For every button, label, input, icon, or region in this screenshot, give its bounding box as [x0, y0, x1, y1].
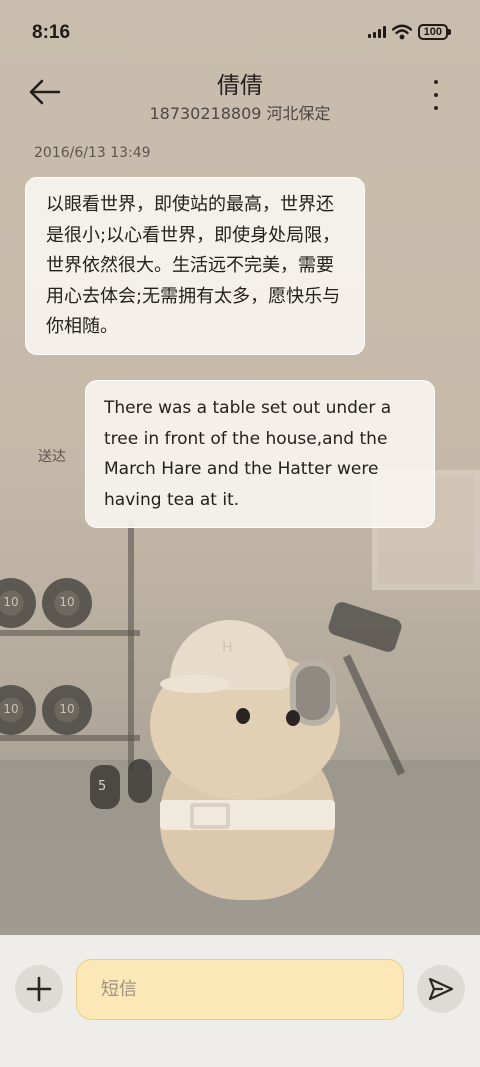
signal-icon	[367, 26, 386, 38]
status-time: 8:16	[32, 22, 71, 43]
weight-plate: 10	[42, 685, 92, 735]
delivery-status: 送达	[38, 449, 66, 465]
weight-plate: 10	[0, 578, 36, 628]
more-options-button[interactable]	[428, 80, 444, 110]
contact-detail: 18730218809 河北保定	[149, 104, 331, 123]
status-bar: 8:16 100	[0, 0, 480, 66]
dumbbell: 5	[90, 759, 160, 809]
conversation-header: 倩倩 18730218809 河北保定	[0, 62, 480, 126]
outgoing-message-bubble[interactable]: There was a table set out under a tree i…	[85, 380, 435, 528]
weight-plate: 10	[42, 578, 92, 628]
weight-plate: 10	[0, 685, 36, 735]
wallpaper-hamster: H 5	[90, 620, 350, 910]
wifi-icon	[391, 24, 412, 40]
message-text: 以眼看世界，即使站的最高，世界还是很小;以心看世界，即使身处局限，世界依然很大。…	[46, 194, 341, 337]
incoming-message-bubble[interactable]: 以眼看世界，即使站的最高，世界还是很小;以心看世界，即使身处局限，世界依然很大。…	[25, 177, 365, 355]
contact-name: 倩倩	[217, 73, 263, 99]
message-text: There was a table set out under a tree i…	[104, 398, 392, 510]
message-timestamp: 2016/6/13 13:49	[34, 145, 151, 161]
message-composer	[0, 935, 480, 1067]
send-button[interactable]	[417, 965, 465, 1013]
message-input[interactable]	[76, 959, 404, 1020]
add-attachment-button[interactable]	[15, 965, 63, 1013]
wallpaper-weight-rack: 10 10 10 10	[0, 520, 150, 780]
send-icon	[428, 977, 454, 1001]
plus-icon	[26, 976, 52, 1002]
status-icons: 100	[367, 24, 452, 40]
battery-icon: 100	[417, 24, 452, 40]
more-vertical-icon	[434, 80, 438, 84]
